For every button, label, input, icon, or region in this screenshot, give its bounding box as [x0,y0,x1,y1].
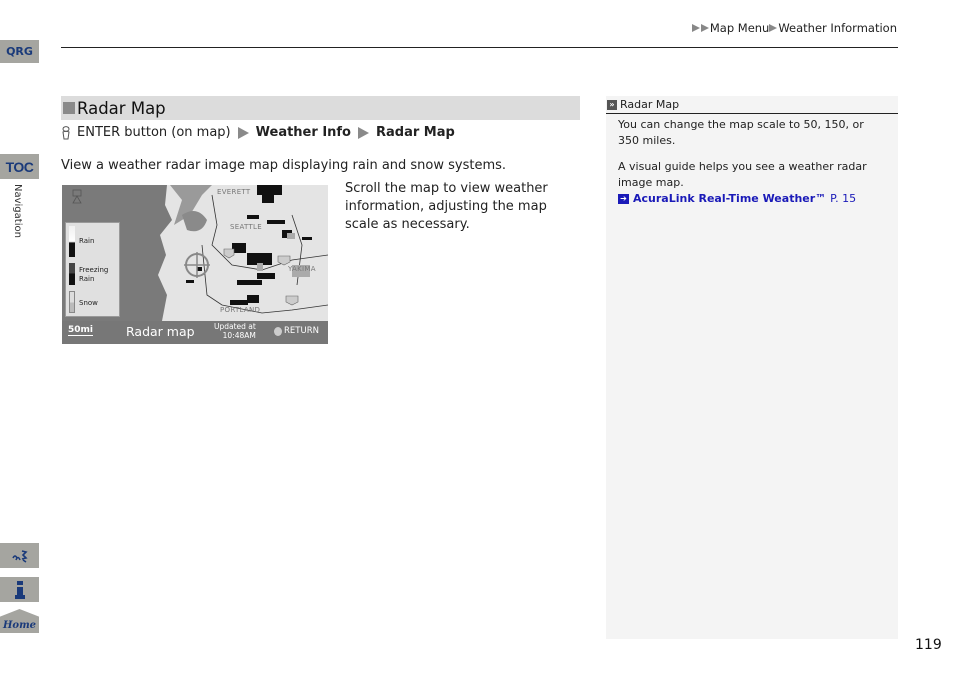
path-arrow-icon [358,126,369,139]
return-label: RETURN [284,326,319,336]
rain-swatch [69,226,75,257]
olympic-area [182,211,207,232]
map-city-label: YAKIMA [288,265,316,273]
note-paragraph: A visual guide helps you see a weather r… [618,160,867,189]
voice-command-tab[interactable] [0,543,39,568]
updated-label: Updated at [214,322,256,331]
link-page: P. 15 [830,192,857,205]
radar-legend: Rain Freezing Rain Snow [65,222,120,317]
map-screen-title: Radar map [126,324,195,339]
legend-label-freezing-rain: Freezing Rain [79,266,109,283]
breadcrumb-arrow-icon [700,24,709,32]
breadcrumb-arrow-icon [691,24,700,32]
intro-text: View a weather radar image map displayin… [61,158,507,173]
radar-echoes [186,185,312,305]
path-step-radar-map: Radar Map [376,125,455,140]
path-arrow-icon [237,126,249,139]
info-icon [14,580,25,599]
acuralink-weather-link[interactable]: ➔ AcuraLink Real-Time Weather™ P. 15 [618,191,888,207]
home-label: Home [2,619,37,631]
legend-label-snow: Snow [79,299,98,307]
square-bullet-icon [63,102,75,114]
voice-icon [11,549,28,563]
qrg-label: QRG [6,45,33,58]
link-text: AcuraLink Real-Time Weather™ [633,192,827,205]
home-tab[interactable]: Home [0,609,39,633]
update-time: Updated at 10:48AM [214,322,256,340]
breadcrumb: Map Menu Weather Information [691,21,897,35]
path-start: ENTER button (on map) [77,125,231,140]
note-paragraph: You can change the map scale to 50, 150,… [618,118,864,147]
breadcrumb-item[interactable]: Map Menu [710,21,770,35]
info-tab[interactable] [0,577,39,602]
map-city-label: SEATTLE [230,223,262,231]
qrg-tab[interactable]: QRG [0,40,39,63]
interface-dial-icon [62,125,70,139]
toc-label: TOC [5,158,34,175]
path-step-weather-info: Weather Info [255,125,351,140]
updated-time: 10:48AM [222,331,256,340]
map-city-label: PORTLAND [220,306,261,314]
breadcrumb-arrow-icon [769,24,778,32]
breadcrumb-item[interactable]: Weather Information [778,21,897,35]
return-button: RETURN [274,326,319,336]
section-title: Radar Map [77,98,166,118]
double-chevron-icon: » [607,99,617,110]
note-body: You can change the map scale to 50, 150,… [618,117,888,207]
note-header: » Radar Map [606,96,898,114]
note-title: Radar Map [620,98,680,111]
description-text: Scroll the map to view weather informati… [345,181,548,232]
radar-map-screenshot: SEATTLE PORTLAND YAKIMA EVERETT Rain Fre… [62,185,328,344]
header-divider [61,47,898,48]
map-scale: 50mi [68,325,93,336]
section-heading: Radar Map [61,96,580,120]
toc-tab[interactable]: TOC [0,154,39,179]
map-city-label: EVERETT [217,188,251,196]
snow-swatch [69,291,75,313]
page-number: 119 [915,637,942,653]
freezing-rain-swatch [69,263,75,285]
menu-path: ENTER button (on map) Weather Info Radar… [61,125,455,140]
section-label: Navigation [12,184,23,238]
dial-icon [274,326,282,336]
legend-label-rain: Rain [79,237,95,245]
link-arrow-icon: ➔ [618,194,629,204]
